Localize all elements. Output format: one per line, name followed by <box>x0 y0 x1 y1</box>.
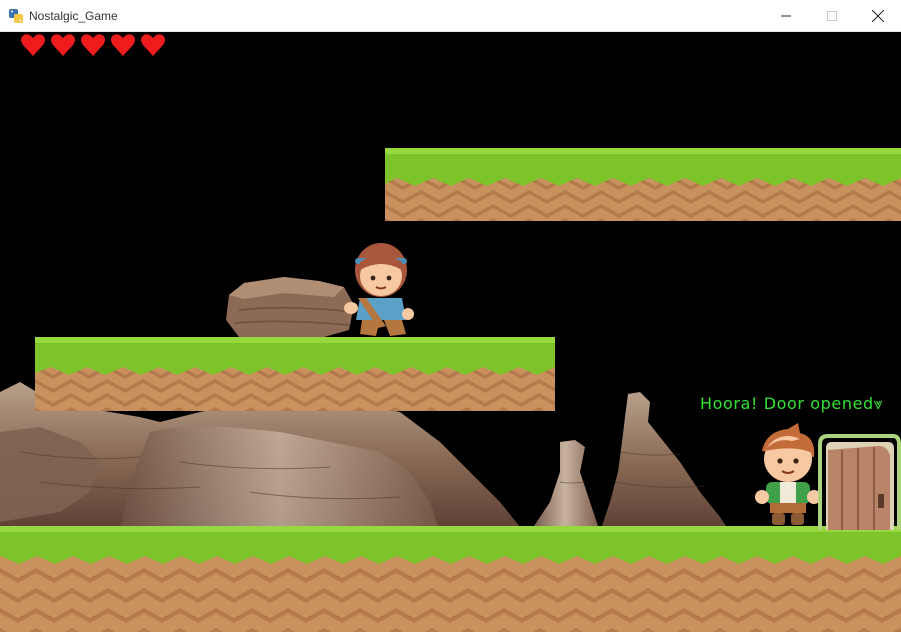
ground-platform <box>0 526 901 632</box>
open-door[interactable] <box>818 434 901 530</box>
heart-icon <box>111 34 135 56</box>
boy-character <box>755 423 821 525</box>
minimize-icon <box>781 15 791 17</box>
minimize-button[interactable] <box>763 0 809 32</box>
platform-upper-right-tiles <box>385 148 901 221</box>
heart-icon <box>51 34 75 56</box>
door-opened-message: Hoora! Door opened⩔ <box>700 394 884 413</box>
platform-middle-left-tiles <box>35 337 555 411</box>
girl-character <box>344 243 414 336</box>
window-titlebar[interactable]: Nostalgic_Game <box>0 0 901 32</box>
close-button[interactable] <box>855 0 901 32</box>
platform-upper-right <box>385 148 901 221</box>
platform-middle-left <box>35 337 555 411</box>
maximize-icon <box>827 11 837 21</box>
close-icon <box>872 10 884 22</box>
ground-tiles <box>0 526 901 632</box>
maximize-button[interactable] <box>809 0 855 32</box>
game-canvas[interactable]: Hoora! Door opened⩔ <box>0 32 901 632</box>
window-title: Nostalgic_Game <box>29 9 118 23</box>
heart-icon <box>141 34 165 56</box>
heart-icon <box>81 34 105 56</box>
lives-hud <box>20 32 166 62</box>
heart-icon <box>21 34 45 56</box>
python-app-icon <box>8 8 24 24</box>
